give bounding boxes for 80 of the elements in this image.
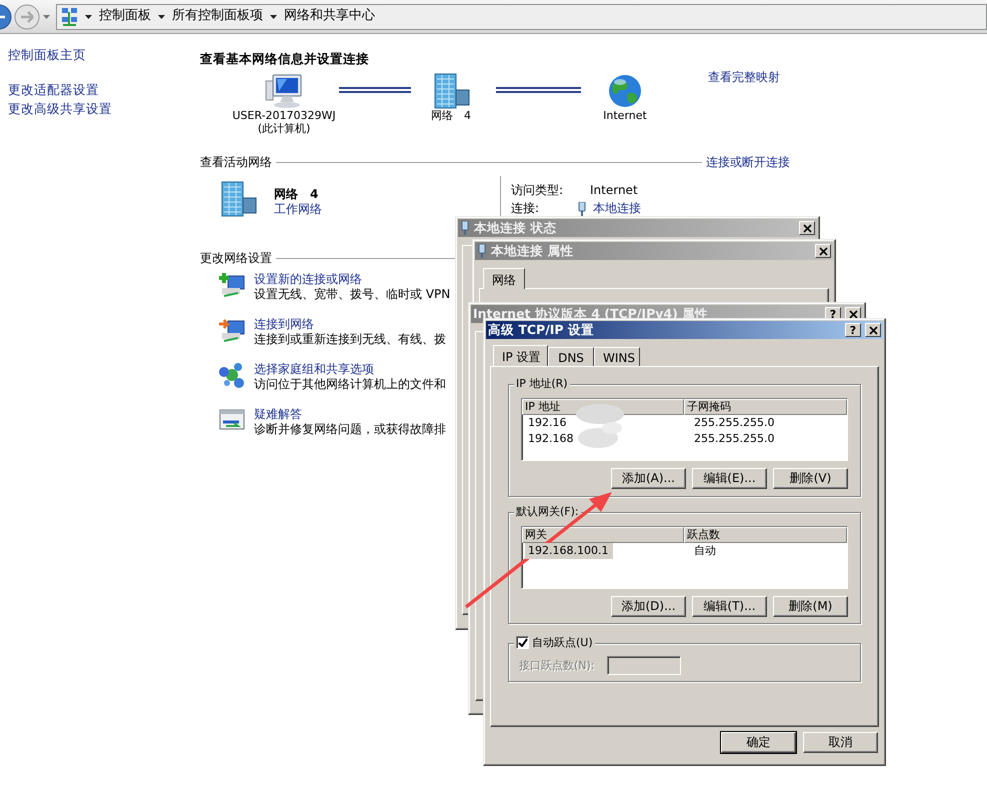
dialog-button[interactable]: 添加(D)... bbox=[611, 596, 686, 617]
network-type-link[interactable]: 工作网络 bbox=[274, 202, 322, 217]
network-plus-icon bbox=[218, 272, 246, 298]
plug-icon bbox=[577, 202, 587, 216]
sidebar-link[interactable]: 更改适配器设置 bbox=[8, 82, 99, 98]
task-link[interactable]: 连接到网络 bbox=[254, 316, 446, 332]
group-label: 默认网关(F): bbox=[516, 504, 579, 519]
task-link[interactable]: 设置新的连接或网络 bbox=[254, 272, 450, 287]
homegroup-icon bbox=[218, 362, 246, 388]
table-cell[interactable]: 192.16 bbox=[525, 415, 613, 431]
column-header[interactable]: 子网掩码 bbox=[684, 399, 847, 415]
table-cell[interactable]: 255.255.255.0 bbox=[688, 431, 774, 447]
column-header[interactable]: 跃点数 bbox=[684, 527, 847, 543]
task-description: 设置无线、宽带、拨号、临时或 VPN bbox=[254, 286, 450, 302]
plug-icon bbox=[477, 244, 487, 258]
sidebar-link[interactable]: 更改高级共享设置 bbox=[8, 101, 112, 117]
node-label: 网络 4 bbox=[431, 108, 471, 122]
tab[interactable]: DNS bbox=[548, 347, 594, 366]
window-title: 高级 TCP/IP 设置 bbox=[488, 322, 595, 338]
section-heading: 更改网络设置 bbox=[200, 250, 272, 266]
network-name: 网络 4 bbox=[274, 186, 320, 202]
section-heading: 查看活动网络 bbox=[200, 154, 272, 170]
close-icon bbox=[818, 246, 828, 256]
dialog-button[interactable]: 添加(A)... bbox=[611, 468, 686, 489]
node-label: (此计算机) bbox=[258, 122, 310, 135]
connection-line bbox=[339, 86, 411, 93]
dialog-button[interactable]: 删除(M) bbox=[773, 596, 848, 617]
field-label: 访问类型: bbox=[511, 183, 564, 198]
table-cell[interactable]: 255.255.255.0 bbox=[688, 415, 774, 431]
group-label: IP 地址(R) bbox=[516, 376, 568, 391]
sidebar-link[interactable]: 控制面板主页 bbox=[8, 47, 86, 63]
close-icon bbox=[802, 224, 812, 232]
task-description: 诊断并修复网络问题，或获得故障排 bbox=[254, 422, 446, 437]
dialog-button[interactable]: 删除(V) bbox=[773, 468, 848, 489]
caret-icon[interactable] bbox=[158, 14, 165, 18]
node-label: USER-20170329WJ bbox=[232, 108, 336, 122]
control-panel-icon bbox=[61, 7, 78, 26]
table-cell[interactable]: 192.168.100.1 bbox=[525, 543, 613, 559]
breadcrumb[interactable]: 所有控制面板项 bbox=[172, 8, 263, 25]
tab[interactable]: IP 设置 bbox=[493, 345, 548, 366]
full-map-link[interactable]: 查看完整映射 bbox=[708, 70, 780, 85]
connection-link[interactable]: 本地连接 bbox=[593, 201, 641, 216]
connect-link[interactable]: 连接或断开连接 bbox=[706, 154, 790, 170]
redaction-blur bbox=[576, 404, 624, 448]
help-button[interactable]: ? bbox=[845, 323, 861, 337]
column-header[interactable]: 网关 bbox=[522, 527, 684, 543]
dialog-button[interactable]: 确定 bbox=[721, 732, 796, 753]
dialog-button[interactable]: 编辑(E)... bbox=[692, 468, 767, 489]
field-label: 接口跃点数(N): bbox=[519, 658, 595, 672]
dialog-button[interactable]: 取消 bbox=[803, 732, 878, 753]
table-cell[interactable]: 192.168 bbox=[525, 431, 613, 447]
close-button[interactable] bbox=[815, 244, 831, 258]
task-description: 连接到或重新连接到无线、有线、拨 bbox=[254, 332, 446, 347]
close-icon bbox=[848, 310, 858, 318]
table-cell[interactable]: 自动 bbox=[688, 543, 716, 559]
globe-icon[interactable] bbox=[607, 72, 643, 109]
window-title: 本地连接 属性 bbox=[491, 243, 574, 259]
address-bar[interactable]: 控制面板 所有控制面板项 网络和共享中心 bbox=[56, 4, 987, 30]
task-description: 访问位于其他网络计算机上的文件和 bbox=[254, 376, 446, 392]
field-value: Internet bbox=[590, 183, 638, 198]
plug-icon bbox=[460, 221, 470, 235]
computer-icon[interactable] bbox=[264, 72, 304, 109]
check-icon bbox=[518, 638, 528, 647]
task-link[interactable]: 选择家庭组和共享选项 bbox=[254, 362, 446, 377]
caret-icon[interactable] bbox=[85, 14, 92, 18]
dialog-button[interactable]: 编辑(T)... bbox=[692, 596, 767, 617]
field-label: 连接: bbox=[511, 201, 540, 216]
task-link[interactable]: 疑难解答 bbox=[254, 406, 446, 422]
tab[interactable]: WINS bbox=[594, 347, 640, 366]
breadcrumb[interactable]: 网络和共享中心 bbox=[284, 8, 375, 25]
close-button[interactable] bbox=[799, 221, 815, 235]
close-button[interactable] bbox=[865, 323, 881, 337]
close-icon bbox=[868, 326, 878, 334]
window-title: 本地连接 状态 bbox=[474, 220, 558, 236]
section-title: 查看基本网络信息并设置连接 bbox=[200, 51, 370, 67]
network-arrow-icon bbox=[218, 316, 246, 343]
node-label: Internet bbox=[603, 108, 647, 122]
breadcrumb[interactable]: 控制面板 bbox=[99, 8, 151, 25]
tab[interactable]: 网络 bbox=[483, 268, 525, 289]
caret-icon[interactable] bbox=[270, 14, 277, 18]
